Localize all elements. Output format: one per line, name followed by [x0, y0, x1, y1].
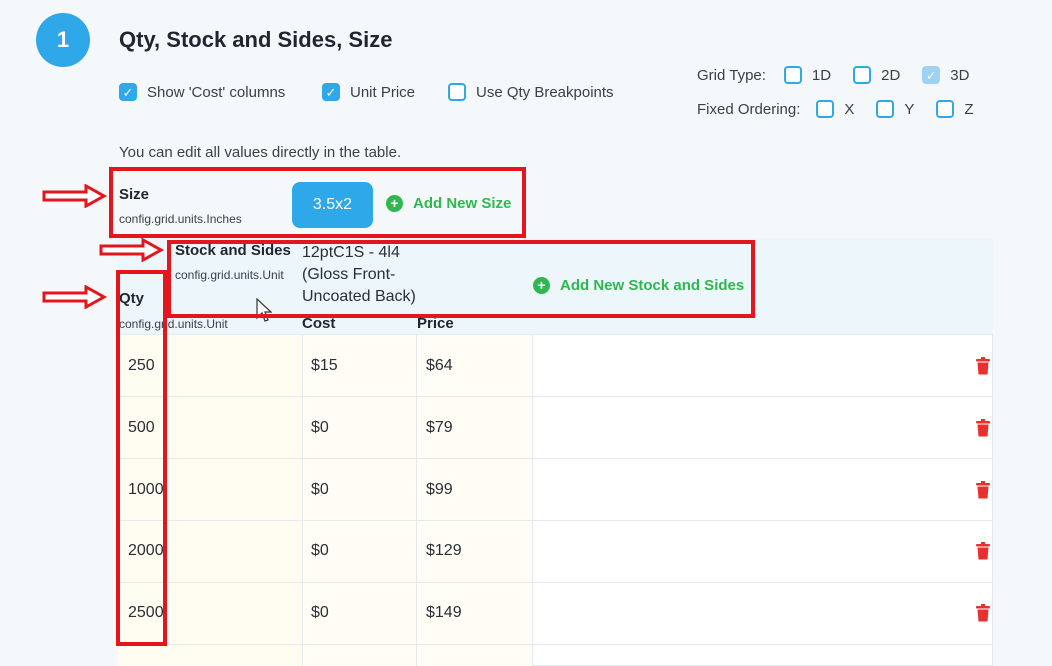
unit-price-checkbox[interactable]: ✓ Unit Price: [322, 83, 415, 101]
column-divider: [416, 334, 417, 666]
column-divider: [302, 334, 303, 666]
price-cell[interactable]: $79: [426, 419, 453, 437]
grid-type-1d-checkbox[interactable]: [783, 66, 802, 84]
row-divider: [118, 334, 993, 335]
grid-type-2d-label: 2D: [881, 66, 901, 84]
row-divider: [118, 458, 993, 459]
price-cell[interactable]: $64: [426, 357, 453, 375]
annotation-arrow-icon: [99, 238, 165, 262]
annotation-box-qty: [116, 270, 167, 646]
fixed-ordering-label: Fixed Ordering:: [697, 100, 801, 118]
fixed-ordering-group: Fixed Ordering: X Y Z: [697, 100, 974, 118]
annotation-box-size: [109, 167, 526, 238]
cost-cell[interactable]: $0: [311, 419, 329, 437]
fixed-ordering-x-label: X: [844, 100, 855, 118]
grid-type-group: Grid Type: 1D 2D ✓ 3D: [697, 66, 969, 84]
fixed-ordering-y-label: Y: [904, 100, 915, 118]
trash-icon[interactable]: [975, 604, 991, 622]
annotation-box-stock: [167, 240, 755, 318]
grid-type-2d-checkbox[interactable]: [853, 66, 872, 84]
price-cell[interactable]: $149: [426, 604, 462, 622]
section-title: Qty, Stock and Sides, Size: [119, 27, 393, 52]
annotation-arrow-icon: [42, 285, 108, 309]
fixed-ordering-x-checkbox[interactable]: [816, 100, 835, 118]
column-divider: [532, 334, 533, 666]
edit-hint: You can edit all values directly in the …: [119, 144, 402, 161]
unit-price-label: Unit Price: [350, 83, 416, 101]
row-divider: [118, 520, 993, 521]
annotation-arrow-icon: [42, 184, 108, 208]
price-cell[interactable]: $129: [426, 542, 462, 560]
qty-breakpoints-label: Use Qty Breakpoints: [476, 83, 614, 101]
checkbox-empty-icon: [448, 83, 466, 101]
trash-icon[interactable]: [975, 419, 991, 437]
price-cell[interactable]: $99: [426, 481, 453, 499]
grid-type-3d-checkbox[interactable]: ✓: [922, 66, 941, 84]
show-cost-label: Show 'Cost' columns: [147, 83, 286, 101]
trash-icon[interactable]: [975, 481, 991, 499]
fixed-ordering-y-checkbox[interactable]: [876, 100, 895, 118]
checkbox-checked-icon: ✓: [322, 83, 340, 101]
fixed-ordering-z-label: Z: [964, 100, 974, 118]
step-number-badge: 1: [36, 13, 90, 67]
trash-icon[interactable]: [975, 357, 991, 375]
cost-cell[interactable]: $0: [311, 542, 329, 560]
grid-type-3d-label: 3D: [950, 66, 970, 84]
show-cost-checkbox[interactable]: ✓ Show 'Cost' columns: [119, 83, 285, 101]
cost-cell[interactable]: $0: [311, 604, 329, 622]
checkbox-checked-icon: ✓: [119, 83, 137, 101]
fixed-ordering-z-checkbox[interactable]: [936, 100, 955, 118]
grid-type-label: Grid Type:: [697, 66, 766, 84]
trash-icon[interactable]: [975, 542, 991, 560]
row-divider: [118, 396, 993, 397]
cost-cell[interactable]: $0: [311, 481, 329, 499]
row-divider: [118, 582, 993, 583]
grid-type-1d-label: 1D: [811, 66, 832, 84]
qty-breakpoints-checkbox[interactable]: Use Qty Breakpoints: [448, 83, 614, 101]
row-divider: [118, 644, 993, 645]
cost-cell[interactable]: $15: [311, 357, 338, 375]
